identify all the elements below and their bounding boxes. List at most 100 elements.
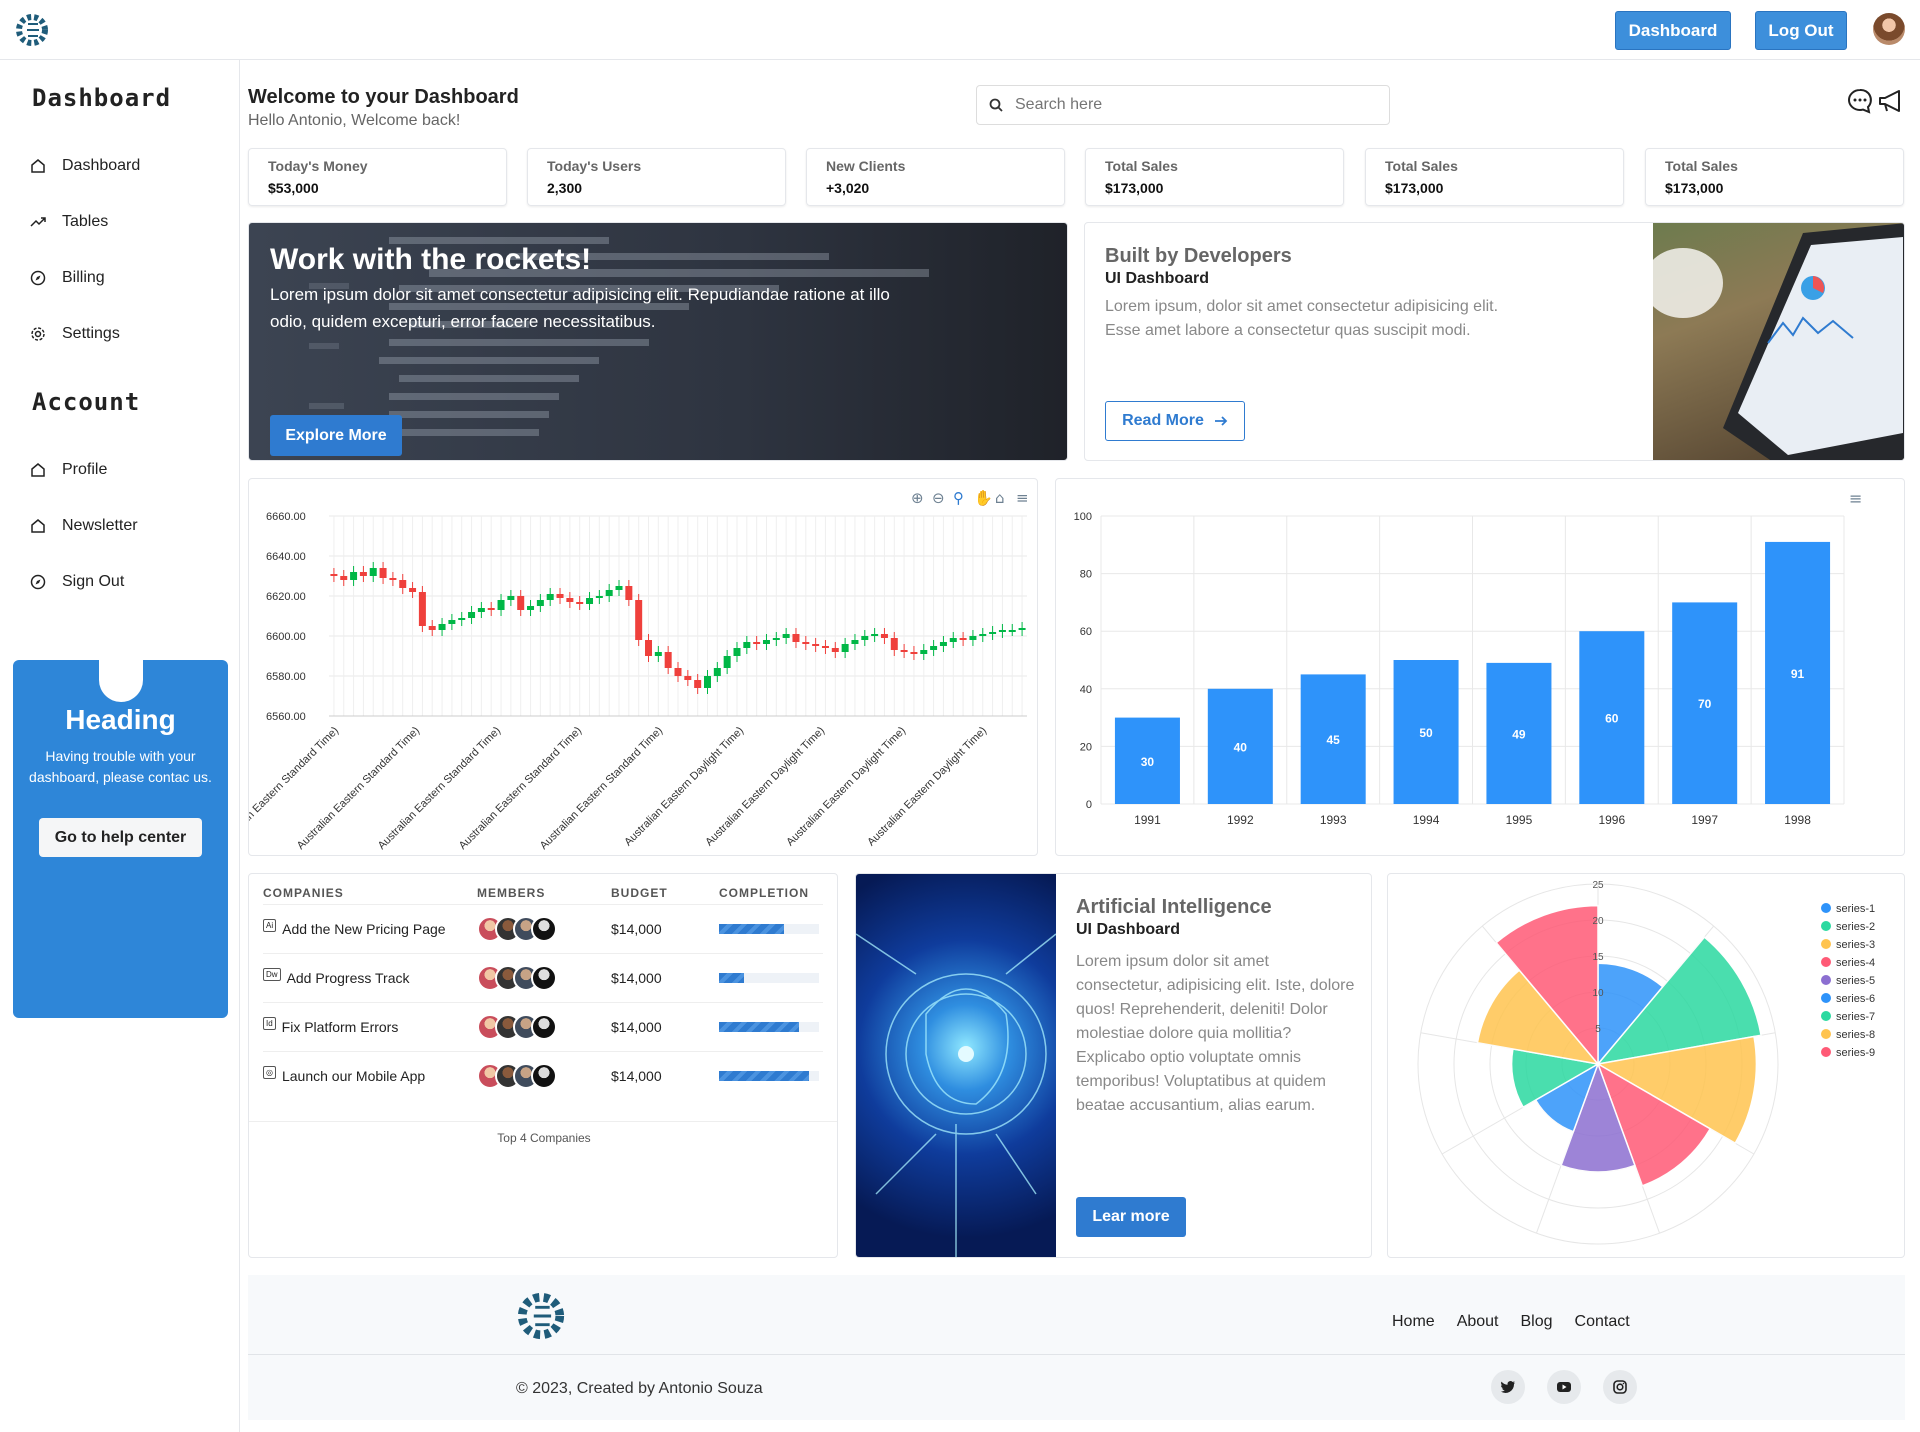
reset-home-icon[interactable]: ⌂: [995, 489, 1005, 507]
megaphone-icon[interactable]: [1877, 88, 1903, 114]
chat-icon[interactable]: [1847, 88, 1873, 114]
search-input[interactable]: [1015, 96, 1355, 114]
sidebar-item-label: Billing: [62, 269, 105, 286]
legend-label[interactable]: series-6: [1836, 993, 1875, 1005]
completion-cell: [719, 1050, 823, 1100]
candle: [625, 586, 633, 600]
legend-label[interactable]: series-5: [1836, 975, 1875, 987]
read-more-button[interactable]: Read More: [1105, 401, 1245, 441]
legend-label[interactable]: series-2: [1836, 921, 1875, 933]
stat-value: 2,300: [547, 180, 583, 196]
chart-menu-icon[interactable]: ≡: [1849, 489, 1862, 508]
user-avatar[interactable]: [1873, 13, 1905, 45]
table-row[interactable]: Ai Add the New Pricing Page $14,000: [263, 903, 823, 953]
zoom-out-icon[interactable]: ⊖: [932, 489, 945, 507]
chart-menu-icon[interactable]: ≡: [1016, 489, 1029, 507]
candle: [359, 572, 367, 576]
instagram-button[interactable]: [1603, 1370, 1637, 1404]
footer-link-contact[interactable]: Contact: [1575, 1313, 1630, 1331]
candle: [851, 640, 859, 644]
sidebar-item-profile[interactable]: Profile: [30, 461, 107, 479]
candle: [733, 648, 741, 656]
member-avatar[interactable]: [531, 1013, 557, 1040]
read-more-label: Read More: [1122, 412, 1204, 429]
member-avatar[interactable]: [531, 1062, 557, 1089]
column-header: COMPANIES: [263, 885, 344, 900]
explore-more-button[interactable]: Explore More: [270, 415, 402, 456]
page-title: Welcome to your Dashboard: [248, 86, 519, 108]
sidebar-item-billing[interactable]: Billing: [30, 269, 105, 287]
sidebar-item-newsletter[interactable]: Newsletter: [30, 517, 138, 535]
footer-link-home[interactable]: Home: [1392, 1313, 1435, 1331]
company-name: Add Progress Track: [286, 969, 410, 986]
sidebar-item-tables[interactable]: Tables: [30, 213, 108, 231]
logo-icon[interactable]: [14, 12, 50, 48]
candle: [753, 642, 761, 644]
member-avatar[interactable]: [531, 964, 557, 991]
x-tick-label: 1997: [1691, 813, 1718, 827]
candle: [880, 634, 888, 638]
polar-tick-label: 25: [1592, 880, 1604, 891]
table-row[interactable]: ◎ Launch our Mobile App $14,000: [263, 1050, 823, 1100]
twitter-button[interactable]: [1491, 1370, 1525, 1404]
home-icon: [31, 159, 45, 173]
legend-label[interactable]: series-4: [1836, 957, 1875, 969]
candle: [831, 648, 839, 652]
legend-label[interactable]: series-3: [1836, 939, 1875, 951]
table-row[interactable]: Dw Add Progress Track $14,000: [263, 952, 823, 1002]
bar-value-label: 30: [1141, 755, 1155, 769]
completion-cell: [719, 903, 823, 953]
zoom-in-icon[interactable]: ⊕: [911, 489, 924, 507]
legend-label[interactable]: series-7: [1836, 1011, 1875, 1023]
zoom-select-icon[interactable]: ⚲: [953, 489, 964, 507]
legend-label[interactable]: series-9: [1836, 1047, 1875, 1059]
home-icon: [31, 463, 45, 477]
candle: [782, 634, 790, 638]
bar-chart-card: ≡ 0 20 40 60 80 100 30 1991 40 1992 45 1993 50 1994 49 1…: [1055, 478, 1905, 856]
companies-table-card: COMPANIES MEMBERS BUDGET COMPLETION Ai Ad…: [248, 873, 838, 1258]
legend-marker: [1821, 1047, 1831, 1057]
footer-divider: [248, 1354, 1905, 1355]
sidebar-item-dashboard[interactable]: Dashboard: [30, 157, 140, 175]
footer-link-blog[interactable]: Blog: [1521, 1313, 1553, 1331]
youtube-button[interactable]: [1547, 1370, 1581, 1404]
legend-label[interactable]: series-1: [1836, 903, 1875, 915]
company-logo-icon: Id: [263, 1016, 276, 1030]
candle: [615, 586, 623, 590]
sidebar-item-settings[interactable]: Settings: [30, 325, 120, 343]
y-tick-label: 6580.00: [266, 671, 306, 683]
budget-cell: $14,000: [611, 1050, 719, 1100]
help-center-button[interactable]: Go to help center: [39, 818, 202, 857]
table-row[interactable]: Id Fix Platform Errors $14,000: [263, 1001, 823, 1051]
member-avatar[interactable]: [531, 915, 557, 942]
candle: [389, 578, 397, 580]
help-notch: [99, 658, 143, 702]
pan-hand-icon[interactable]: ✋: [974, 489, 993, 507]
candle: [556, 594, 564, 598]
candle: [477, 608, 485, 612]
polar-area-chart: 25 20 15 10 5 series-1 series-2 series-3 series-…: [1417, 880, 1875, 1245]
trending-icon: [30, 217, 46, 227]
footer-link-about[interactable]: About: [1457, 1313, 1499, 1331]
sidebar-item-signout[interactable]: Sign Out: [30, 573, 124, 591]
candle: [379, 568, 387, 578]
candle: [841, 644, 849, 652]
logout-button[interactable]: Log Out: [1755, 11, 1847, 50]
dashboard-button[interactable]: Dashboard: [1615, 11, 1731, 50]
legend-label[interactable]: series-8: [1836, 1029, 1875, 1041]
polar-chart-card: 25 20 15 10 5 series-1 series-2 series-3 series-…: [1387, 873, 1905, 1258]
company-name: Fix Platform Errors: [281, 1018, 399, 1035]
learn-more-button[interactable]: Lear more: [1076, 1197, 1186, 1237]
candle: [979, 634, 987, 636]
footer-logo-icon[interactable]: [515, 1290, 567, 1342]
candle: [448, 620, 456, 624]
stat-card: Today's Money $53,000: [248, 148, 507, 206]
stat-label: New Clients: [826, 158, 906, 174]
progress-fill: [719, 972, 744, 983]
search-bar[interactable]: [976, 85, 1390, 125]
company-logo-icon: Dw: [263, 967, 281, 981]
x-tick-label: 1992: [1227, 813, 1254, 827]
candle: [703, 676, 711, 688]
x-tick-label: 1993: [1320, 813, 1347, 827]
candle: [566, 598, 574, 602]
